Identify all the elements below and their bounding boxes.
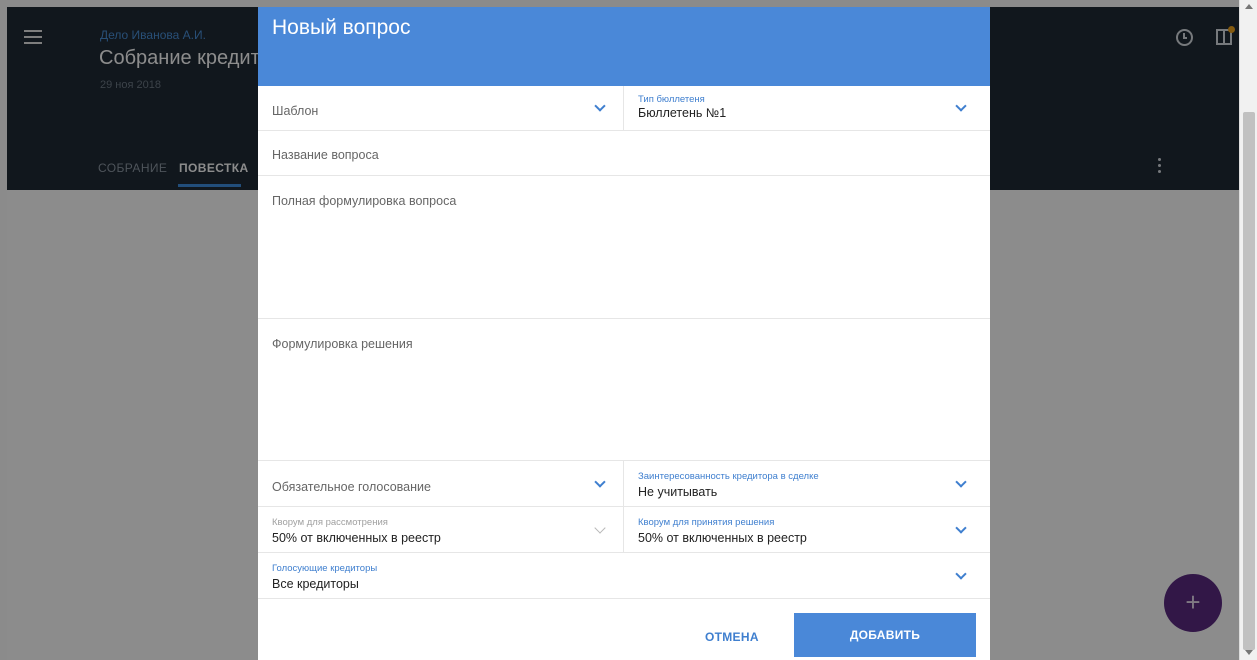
question-name-field[interactable]: Название вопроса — [258, 131, 990, 176]
dialog-header: Новый вопрос — [258, 7, 990, 86]
decision-wording-placeholder: Формулировка решения — [272, 337, 413, 351]
ballot-type-select[interactable]: Тип бюллетеня Бюллетень №1 — [624, 86, 990, 130]
decision-wording-textarea[interactable]: Формулировка решения — [258, 319, 990, 461]
creditor-interest-value: Не учитывать — [638, 485, 718, 499]
add-button[interactable]: ДОБАВИТЬ — [794, 613, 976, 657]
chevron-down-icon — [594, 521, 606, 534]
chevron-down-icon[interactable] — [955, 475, 967, 488]
quorum-review-label: Кворум для рассмотрения — [272, 517, 388, 528]
creditor-interest-label: Заинтересованность кредитора в сделке — [638, 471, 819, 482]
mandatory-voting-placeholder: Обязательное голосование — [272, 480, 431, 494]
scroll-down-icon[interactable] — [1245, 650, 1253, 655]
quorum-review-value: 50% от включенных в реестр — [272, 531, 441, 545]
creditor-interest-select[interactable]: Заинтересованность кредитора в сделке Не… — [624, 461, 990, 506]
ballot-type-value: Бюллетень №1 — [638, 106, 727, 120]
template-select[interactable]: Шаблон — [258, 86, 624, 130]
quorum-review-select: Кворум для рассмотрения 50% от включенны… — [258, 507, 624, 552]
quorum-decision-label: Кворум для принятия решения — [638, 517, 775, 528]
row-quorum: Кворум для рассмотрения 50% от включенны… — [258, 507, 990, 553]
mandatory-voting-select[interactable]: Обязательное голосование — [258, 461, 624, 506]
question-full-textarea[interactable]: Полная формулировка вопроса — [258, 176, 990, 319]
chevron-down-icon[interactable] — [594, 100, 606, 112]
chevron-down-icon[interactable] — [955, 567, 967, 580]
scroll-thumb[interactable] — [1243, 112, 1255, 650]
question-name-placeholder: Название вопроса — [272, 148, 379, 162]
voting-creditors-label: Голосующие кредиторы — [272, 563, 378, 574]
dialog-title: Новый вопрос — [272, 16, 411, 39]
chevron-down-icon[interactable] — [955, 100, 967, 112]
new-question-dialog: Новый вопрос Шаблон Тип бюллетеня Бюллет… — [258, 7, 990, 660]
scrollbar[interactable] — [1239, 0, 1257, 660]
cancel-button[interactable]: ОТМЕНА — [705, 630, 759, 644]
quorum-decision-value: 50% от включенных в реестр — [638, 531, 807, 545]
voting-creditors-select[interactable]: Голосующие кредиторы Все кредиторы — [258, 553, 990, 598]
quorum-decision-select[interactable]: Кворум для принятия решения 50% от включ… — [624, 507, 990, 552]
row-template-ballot: Шаблон Тип бюллетеня Бюллетень №1 — [258, 86, 990, 131]
ballot-type-label: Тип бюллетеня — [638, 94, 705, 105]
scroll-up-icon[interactable] — [1245, 4, 1253, 9]
template-placeholder: Шаблон — [272, 104, 319, 118]
chevron-down-icon[interactable] — [594, 475, 606, 488]
voting-creditors-value: Все кредиторы — [272, 577, 359, 591]
row-voting-creditors: Голосующие кредиторы Все кредиторы — [258, 553, 990, 599]
question-full-placeholder: Полная формулировка вопроса — [272, 194, 457, 208]
row-voting-interest: Обязательное голосование Заинтересованно… — [258, 461, 990, 507]
chevron-down-icon[interactable] — [955, 521, 967, 534]
